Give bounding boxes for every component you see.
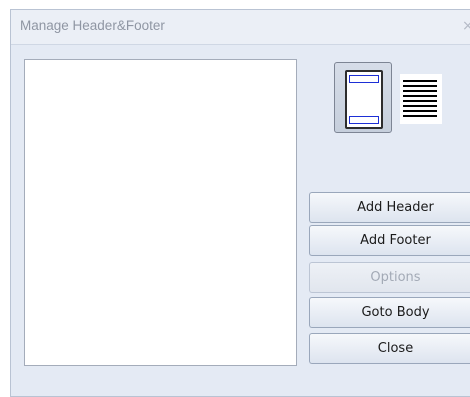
text-line bbox=[403, 105, 437, 107]
header-footer-list[interactable] bbox=[24, 59, 297, 366]
text-line bbox=[403, 110, 437, 112]
goto-body-button[interactable]: Goto Body bbox=[309, 297, 470, 328]
window-title: Manage Header&Footer bbox=[20, 18, 165, 33]
add-header-button[interactable]: Add Header bbox=[309, 192, 470, 223]
text-line bbox=[403, 95, 437, 97]
close-icon[interactable]: × bbox=[462, 18, 470, 34]
close-button[interactable]: Close bbox=[309, 333, 470, 364]
text-line bbox=[403, 115, 437, 117]
text-line bbox=[403, 80, 437, 82]
options-button[interactable]: Options bbox=[309, 262, 470, 293]
text-line bbox=[403, 85, 437, 87]
page-outline bbox=[345, 70, 383, 129]
header-footer-page-icon[interactable] bbox=[334, 62, 392, 133]
title-bar[interactable]: Manage Header&Footer × bbox=[11, 10, 470, 45]
text-line bbox=[403, 90, 437, 92]
manage-header-footer-dialog: Manage Header&Footer × Add Header Add Fo… bbox=[10, 9, 470, 397]
body-text-lines-icon[interactable] bbox=[400, 74, 442, 124]
header-band bbox=[349, 75, 379, 83]
add-footer-button[interactable]: Add Footer bbox=[309, 225, 470, 256]
text-line bbox=[403, 100, 437, 102]
footer-band bbox=[349, 116, 379, 124]
